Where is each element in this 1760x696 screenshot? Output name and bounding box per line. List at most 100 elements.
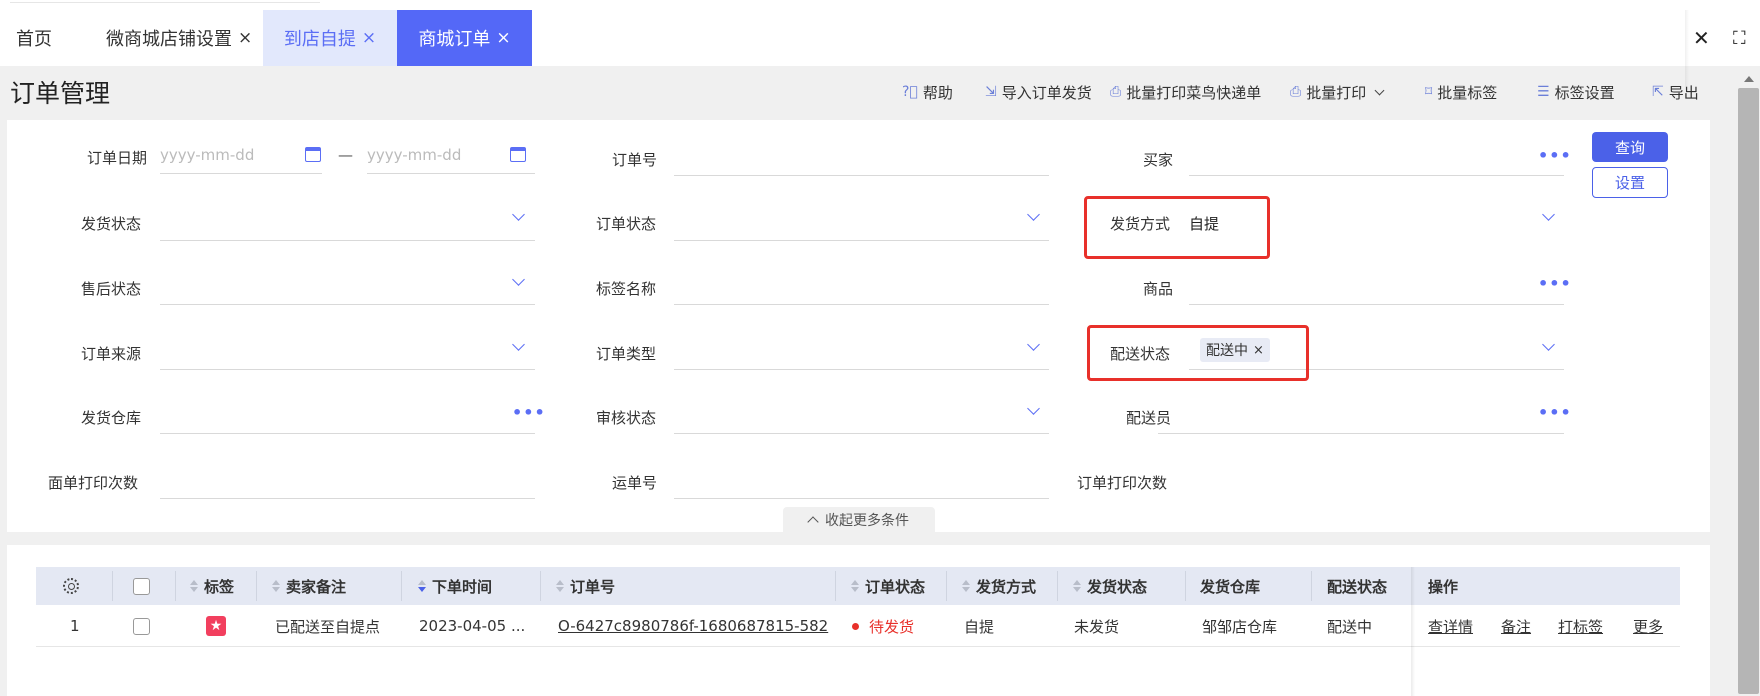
action-more-label[interactable]: 更多 <box>1633 616 1663 637</box>
column-divider <box>401 571 402 601</box>
filter-panel <box>7 120 1710 532</box>
order-no-input[interactable] <box>674 175 1049 176</box>
tab-shop-settings[interactable]: 微商城店铺设置 × <box>106 10 252 66</box>
action-note-label[interactable]: 备注 <box>1501 616 1531 637</box>
collapse-filters-button[interactable]: 收起更多条件 <box>783 507 935 533</box>
scroll-up-arrow-icon[interactable] <box>1744 76 1754 82</box>
batch-tag-button[interactable]: ⌑ 批量标签 <box>1425 80 1497 104</box>
order-date-label: 订单日期 <box>87 149 148 167</box>
more-options-icon[interactable]: ••• <box>1538 403 1572 422</box>
calendar-icon[interactable] <box>510 147 526 162</box>
column-divider <box>540 571 541 601</box>
tag-name-input[interactable] <box>674 304 1049 305</box>
order-type-label: 订单类型 <box>596 345 657 363</box>
window-close-icon[interactable]: ✕ <box>1693 10 1710 66</box>
ship-status-label: 发货状态 <box>81 215 142 233</box>
header-ship-status[interactable]: 发货状态 <box>1073 567 1147 605</box>
row-index: 1 <box>70 617 80 635</box>
more-options-icon[interactable]: ••• <box>1538 146 1572 165</box>
header-warehouse-label: 发货仓库 <box>1200 577 1261 596</box>
settings-button[interactable]: 设置 <box>1592 167 1668 198</box>
table-row-divider <box>36 646 1680 647</box>
action-more-link[interactable]: 更多 <box>1633 606 1663 646</box>
printer-icon: ⎙ <box>1110 84 1122 100</box>
header-delivery-status-label: 配送状态 <box>1327 577 1388 596</box>
header-order-no[interactable]: 订单号 <box>556 567 615 605</box>
checkbox[interactable] <box>133 577 150 595</box>
checkbox[interactable] <box>133 617 150 635</box>
help-button[interactable]: ?⃝ 帮助 <box>902 80 953 104</box>
tab-mall-orders[interactable]: 商城订单 × <box>397 10 532 66</box>
waybill-prints-input[interactable] <box>160 498 535 499</box>
import-ship-button[interactable]: ⇲ 导入订单发货 <box>985 80 1092 104</box>
tab-shop-settings-label: 微商城店铺设置 <box>106 29 232 50</box>
action-tag-label[interactable]: 打标签 <box>1558 616 1603 637</box>
select-all-checkbox[interactable] <box>133 567 150 605</box>
warehouse-input[interactable] <box>160 433 535 434</box>
action-note-link[interactable]: 备注 <box>1501 606 1531 646</box>
action-detail-link[interactable]: 查详情 <box>1428 606 1473 646</box>
close-icon[interactable]: × <box>238 28 252 48</box>
column-divider <box>1185 571 1186 601</box>
column-divider <box>175 571 176 601</box>
tag-name-label: 标签名称 <box>596 280 657 298</box>
tab-pickup[interactable]: 到店自提 × <box>263 10 397 66</box>
audit-status-label: 审核状态 <box>596 409 657 427</box>
action-detail-label[interactable]: 查详情 <box>1428 616 1473 637</box>
row-order-status: 待发货 <box>852 606 914 646</box>
window-maximize-icon[interactable]: ⛶ <box>1733 10 1746 66</box>
ship-status-select[interactable] <box>160 240 535 241</box>
buyer-label: 买家 <box>1143 151 1174 169</box>
buyer-input[interactable] <box>1189 175 1564 176</box>
header-order-time-label: 下单时间 <box>432 577 493 596</box>
row-tag[interactable]: ★ <box>206 606 226 646</box>
order-date-end-input[interactable]: yyyy-mm-dd <box>367 146 461 164</box>
order-status-select[interactable] <box>674 240 1049 241</box>
order-no-link-text[interactable]: O-6427c8980786f-1680687815-582 <box>558 617 828 635</box>
tag-icon: ⌑ <box>1425 84 1433 100</box>
order-no-label: 订单号 <box>612 151 658 169</box>
row-checkbox[interactable] <box>133 606 150 646</box>
tag-settings-button[interactable]: ☰ 标签设置 <box>1537 80 1615 104</box>
order-date-start-input[interactable]: yyyy-mm-dd <box>160 146 254 164</box>
calendar-icon[interactable] <box>305 147 321 162</box>
tracking-no-label: 运单号 <box>612 474 658 492</box>
header-order-status[interactable]: 订单状态 <box>851 567 925 605</box>
close-icon[interactable]: × <box>496 28 510 48</box>
waybill-prints-label: 面单打印次数 <box>48 474 139 492</box>
header-seller-note-label: 卖家备注 <box>286 577 347 596</box>
row-order-no-link[interactable]: O-6427c8980786f-1680687815-582 <box>558 606 828 646</box>
query-button[interactable]: 查询 <box>1592 132 1668 162</box>
tracking-no-input[interactable] <box>674 498 1049 499</box>
action-tag-link[interactable]: 打标签 <box>1558 606 1603 646</box>
order-date-end-underline <box>367 173 535 174</box>
product-input[interactable] <box>1189 304 1564 305</box>
header-ship-method[interactable]: 发货方式 <box>962 567 1036 605</box>
help-label: 帮助 <box>922 83 953 102</box>
settings-list-icon: ☰ <box>1537 84 1550 100</box>
tab-home[interactable]: 首页 <box>16 10 52 66</box>
order-source-select[interactable] <box>160 369 535 370</box>
batch-print-dropdown[interactable]: ⎙ 批量打印 <box>1290 80 1385 104</box>
gear-icon <box>63 578 79 594</box>
batch-print-cainiao-button[interactable]: ⎙ 批量打印菜鸟快递单 <box>1110 80 1261 104</box>
header-tag[interactable]: 标签 <box>190 567 234 605</box>
column-settings-button[interactable] <box>63 567 79 605</box>
order-type-select[interactable] <box>674 369 1049 370</box>
close-icon[interactable]: × <box>362 28 376 48</box>
after-sale-select[interactable] <box>160 304 535 305</box>
audit-status-select[interactable] <box>674 433 1049 434</box>
scrollbar-thumb[interactable] <box>1738 88 1759 694</box>
courier-input[interactable] <box>1158 433 1564 434</box>
row-warehouse: 邹邹店仓库 <box>1202 617 1278 636</box>
more-options-icon[interactable]: ••• <box>1538 274 1572 293</box>
row-ship-method: 自提 <box>964 617 995 636</box>
header-seller-note[interactable]: 卖家备注 <box>272 567 346 605</box>
top-divider <box>10 0 320 3</box>
header-order-time[interactable]: 下单时间 <box>418 567 492 605</box>
order-source-label: 订单来源 <box>81 345 142 363</box>
more-options-icon[interactable]: ••• <box>512 403 546 422</box>
courier-label: 配送员 <box>1126 409 1172 427</box>
vertical-scrollbar[interactable] <box>1737 76 1760 696</box>
export-button[interactable]: ⇱ 导出 <box>1652 80 1699 104</box>
